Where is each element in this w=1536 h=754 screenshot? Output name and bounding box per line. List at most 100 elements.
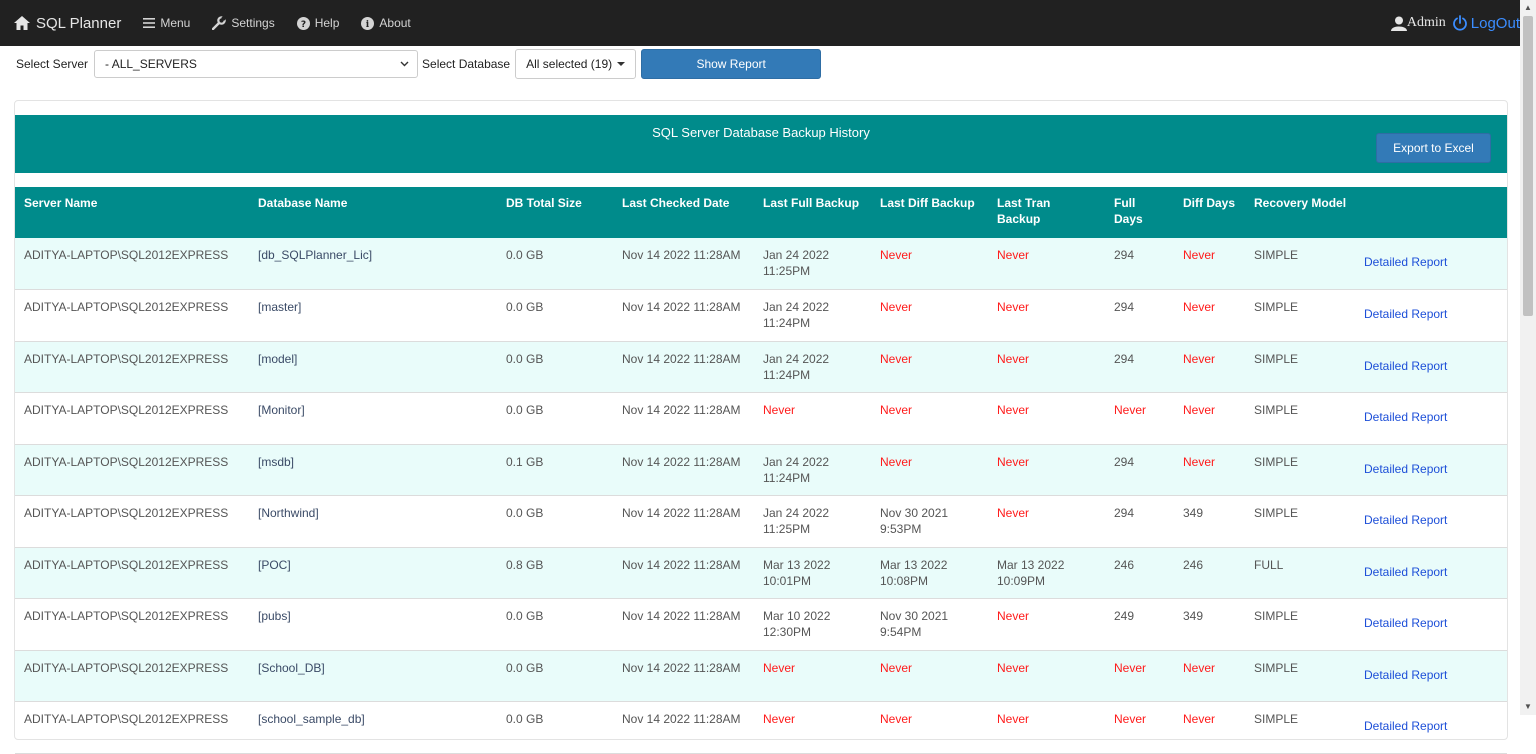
server-select-value: - ALL_SERVERS xyxy=(105,57,197,71)
table-cell: Never xyxy=(997,506,1030,520)
table-cell: ADITYA-LAPTOP\SQL2012EXPRESS xyxy=(24,660,229,675)
table-cell: Detailed Report xyxy=(1355,547,1507,599)
table-cell: Never xyxy=(880,403,913,417)
table-row: ADITYA-LAPTOP\SQL2012EXPRESS [db_SQLPlann… xyxy=(15,238,1507,290)
detailed-report-link[interactable]: Detailed Report xyxy=(1364,513,1447,527)
table-cell: Detailed Report xyxy=(1355,290,1507,342)
detailed-report-link[interactable]: Detailed Report xyxy=(1364,719,1447,733)
detailed-report-link[interactable]: Detailed Report xyxy=(1364,410,1447,424)
column-header xyxy=(1355,187,1507,238)
table-cell: [Northwind] xyxy=(258,506,319,520)
column-header: Recovery Model xyxy=(1254,196,1347,210)
table-cell: Detailed Report xyxy=(1355,599,1507,651)
table-cell: Never xyxy=(1183,351,1216,366)
table-body: ADITYA-LAPTOP\SQL2012EXPRESS [db_SQLPlann… xyxy=(15,238,1507,753)
scroll-up-arrow[interactable]: ▲ xyxy=(1520,0,1536,16)
table-cell: Never xyxy=(997,609,1030,623)
table-cell: Mar 13 2022 10:08PM xyxy=(880,557,948,588)
menu-icon xyxy=(143,18,156,28)
top-navbar: SQL Planner Menu Settings ? Help i About… xyxy=(0,0,1520,46)
table-cell: SIMPLE xyxy=(1254,712,1299,726)
table-cell: Never xyxy=(763,403,796,417)
table-row: ADITYA-LAPTOP\SQL2012EXPRESS [POC] 0.8 GB N… xyxy=(15,547,1507,599)
table-cell: [msdb] xyxy=(258,454,295,469)
user-menu[interactable]: Admin xyxy=(1390,15,1446,31)
help-icon: ? xyxy=(296,16,310,30)
table-cell: ADITYA-LAPTOP\SQL2012EXPRESS xyxy=(24,712,229,726)
table-cell: Never xyxy=(997,712,1030,726)
table-cell: Never xyxy=(1183,454,1216,469)
table-cell: Never xyxy=(880,660,913,675)
column-header: DB Total Size xyxy=(506,196,582,210)
table-cell: Jan 24 2022 11:24PM xyxy=(763,351,830,382)
table-cell: SIMPLE xyxy=(1254,403,1299,417)
page-scrollbar[interactable]: ▲ ▼ xyxy=(1520,0,1536,715)
table-cell: ADITYA-LAPTOP\SQL2012EXPRESS xyxy=(24,403,229,417)
brand-link[interactable]: SQL Planner xyxy=(14,15,121,32)
table-cell: Nov 14 2022 11:28AM xyxy=(622,351,741,366)
table-cell: 0.0 GB xyxy=(506,712,544,726)
table-cell: 0.0 GB xyxy=(506,300,544,314)
report-title: SQL Server Database Backup History xyxy=(652,125,870,140)
detailed-report-link[interactable]: Detailed Report xyxy=(1364,565,1447,579)
logout-label: LogOut xyxy=(1470,14,1520,32)
detailed-report-link[interactable]: Detailed Report xyxy=(1364,307,1447,321)
nav-settings[interactable]: Settings xyxy=(212,16,275,30)
database-select[interactable]: All selected (19) xyxy=(515,49,637,79)
column-header: Last Full Backup xyxy=(763,196,860,210)
table-cell: Never xyxy=(880,248,913,262)
table-cell: SIMPLE xyxy=(1254,660,1299,675)
table-cell: Never xyxy=(880,712,913,726)
report-header: SQL Server Database Backup History Expor… xyxy=(15,115,1507,173)
table-cell: Detailed Report xyxy=(1355,341,1507,393)
table-cell: SIMPLE xyxy=(1254,454,1299,469)
table-cell: Never xyxy=(997,351,1030,366)
home-icon xyxy=(14,16,30,30)
detailed-report-link[interactable]: Detailed Report xyxy=(1364,668,1447,682)
detailed-report-link[interactable]: Detailed Report xyxy=(1364,255,1447,269)
table-cell: SIMPLE xyxy=(1254,248,1299,262)
caret-down-icon xyxy=(617,62,626,66)
table-header-row: Server Name Database Name DB Total Size Las… xyxy=(15,187,1507,238)
table-cell: Nov 14 2022 11:28AM xyxy=(622,609,741,623)
svg-text:i: i xyxy=(366,20,370,30)
table-cell: Never xyxy=(880,351,913,366)
table-cell: Detailed Report xyxy=(1355,444,1507,496)
table-cell: Jan 24 2022 11:25PM xyxy=(763,506,830,536)
table-cell: [school_sample_db] xyxy=(258,712,365,726)
detailed-report-link[interactable]: Detailed Report xyxy=(1364,462,1447,476)
scroll-thumb[interactable] xyxy=(1523,16,1533,316)
detailed-report-link[interactable]: Detailed Report xyxy=(1364,616,1447,630)
database-select-value: All selected (19) xyxy=(526,57,613,71)
table-cell: Jan 24 2022 11:24PM xyxy=(763,454,830,485)
table-cell: Never xyxy=(1183,660,1216,675)
table-cell: Detailed Report xyxy=(1355,238,1507,290)
server-select[interactable]: - ALL_SERVERS xyxy=(94,50,419,78)
table-cell: Nov 14 2022 11:28AM xyxy=(622,712,741,726)
table-cell: 246 xyxy=(1114,557,1135,572)
nav-menu[interactable]: Menu xyxy=(143,16,190,30)
table-cell: Never xyxy=(1183,712,1216,726)
logout-link[interactable]: LogOut xyxy=(1452,15,1520,32)
table-cell: SIMPLE xyxy=(1254,506,1299,520)
table-row: ADITYA-LAPTOP\SQL2012EXPRESS [msdb] 0.1 GB… xyxy=(15,444,1507,496)
table-cell: Never xyxy=(1114,403,1147,417)
table-cell: Never xyxy=(880,300,913,314)
nav-about[interactable]: i About xyxy=(361,16,411,30)
detailed-report-link[interactable]: Detailed Report xyxy=(1364,359,1447,373)
table-cell: Never xyxy=(997,300,1030,314)
table-cell: [POC] xyxy=(258,557,291,572)
table-cell: [db_SQLPlanner_Lic] xyxy=(258,248,373,262)
table-cell: Nov 30 2021 9:53PM xyxy=(880,506,949,536)
nav-help[interactable]: ? Help xyxy=(296,16,339,30)
table-cell: 246 xyxy=(1183,557,1204,572)
table-cell: Nov 14 2022 11:28AM xyxy=(622,660,741,675)
scroll-down-arrow[interactable]: ▼ xyxy=(1520,699,1536,715)
table-cell: Detailed Report xyxy=(1355,650,1507,702)
column-header: Diff Days xyxy=(1183,196,1236,210)
show-report-button[interactable]: Show Report xyxy=(641,49,822,79)
table-cell: 294 xyxy=(1114,248,1135,262)
export-to-excel-button[interactable]: Export to Excel xyxy=(1376,133,1491,163)
table-cell: Mar 13 2022 10:09PM xyxy=(997,557,1065,588)
table-cell: Never xyxy=(1183,403,1216,417)
